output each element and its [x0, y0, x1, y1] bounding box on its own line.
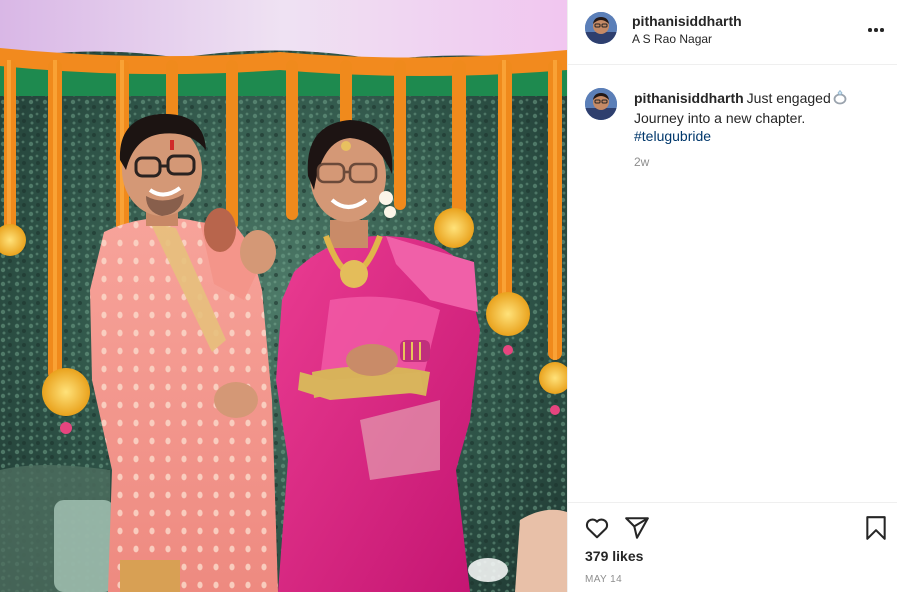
post-actions: 379 likes MAY 14: [568, 502, 897, 592]
avatar[interactable]: [585, 12, 617, 44]
likes-count[interactable]: 379 likes: [585, 548, 643, 564]
post-location[interactable]: A S Rao Nagar: [632, 32, 712, 46]
avatar[interactable]: [585, 88, 617, 120]
post-header: pithanisiddharth A S Rao Nagar: [568, 0, 897, 65]
post-date[interactable]: MAY 14: [585, 574, 622, 585]
paper-plane-icon[interactable]: [624, 515, 650, 541]
more-options-icon[interactable]: [866, 20, 886, 40]
ring-emoji-icon: [832, 89, 848, 109]
post-author-username[interactable]: pithanisiddharth: [632, 13, 742, 29]
post-photo[interactable]: [0, 0, 567, 592]
post-sidebar: pithanisiddharth A S Rao Nagar pithanisi…: [567, 0, 897, 592]
caption-text-line1: Just engaged: [746, 90, 831, 106]
post-age[interactable]: 2w: [634, 155, 649, 169]
bookmark-icon[interactable]: [863, 515, 889, 541]
heart-icon[interactable]: [584, 515, 610, 541]
caption-text-line2: Journey into a new chapter.: [634, 110, 806, 126]
caption-username[interactable]: pithanisiddharth: [634, 90, 744, 106]
hashtag-link[interactable]: #telugubride: [634, 127, 711, 145]
post-caption: pithanisiddharth Just engaged Journey int…: [634, 89, 874, 145]
